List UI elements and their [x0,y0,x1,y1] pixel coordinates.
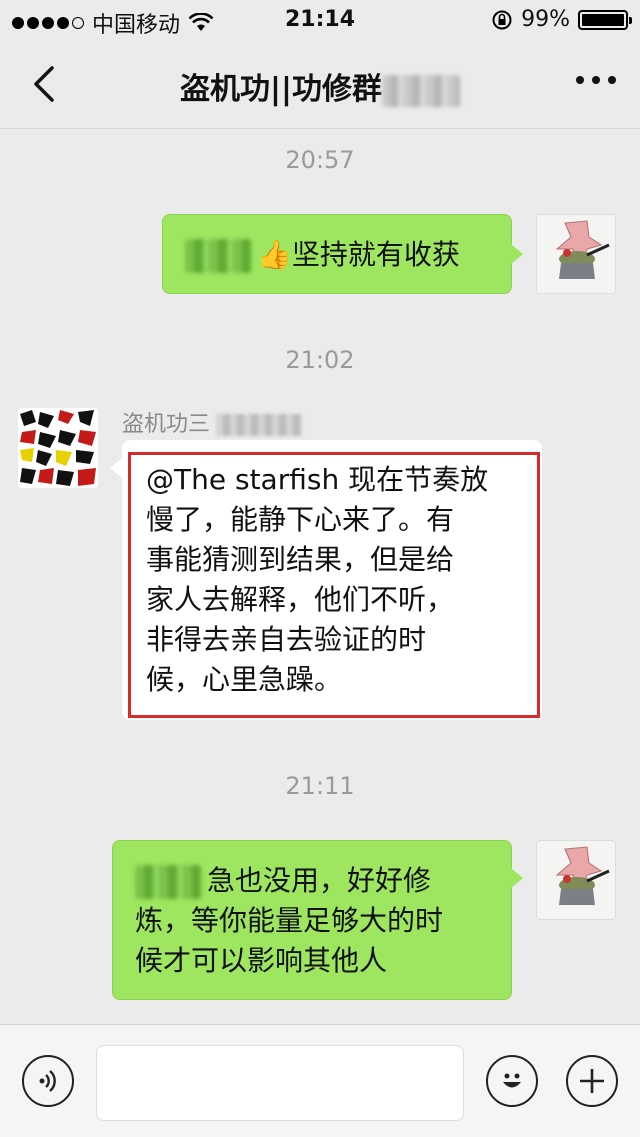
message-bubble-outgoing[interactable]: 👍坚持就有收获 [162,214,512,294]
message-timestamp: 20:57 [285,146,355,174]
smiley-icon [503,1073,521,1088]
battery-icon [578,9,632,30]
redacted-text [381,74,460,107]
battery-percent: 99% [521,7,570,32]
avatar-patrick-icon [537,215,615,293]
plus-icon [580,1069,604,1093]
more-options-icon[interactable] [576,76,616,84]
voice-icon [39,1070,56,1092]
message-line: 炼，等你能量足够大的时 [135,904,444,937]
avatar[interactable] [536,840,616,920]
voice-input-button[interactable] [22,1055,74,1107]
message-text: 急也没用，好好修 炼，等你能量足够大的时 候才可以影响其他人 [135,861,493,981]
message-text: 👍坚持就有收获 [257,238,460,271]
message-timestamp: 21:02 [285,346,355,374]
more-actions-button[interactable] [566,1055,618,1107]
avatar-patrick-icon [537,841,615,919]
sender-label: 盗机功三 [122,412,211,437]
status-bar: 中国移动 21:14 99% [0,0,640,40]
message-input[interactable] [96,1045,464,1121]
rotation-lock-icon [492,10,512,29]
message-bubble-outgoing[interactable]: 急也没用，好好修 炼，等你能量足够大的时 候才可以影响其他人 [112,840,512,1000]
emoji-button[interactable] [486,1055,538,1107]
avatar[interactable] [18,408,98,488]
chat-title: 盗机功||功修群 [0,64,640,108]
group-name: 盗机功||功修群 [180,72,382,107]
message-text: @The starfish 现在节奏放 慢了，能静下心来了。有 事能猜测到结果，… [146,460,532,700]
redacted-text [216,414,303,436]
sender-name: 盗机功三 [122,406,303,438]
message-line: 候才可以影响其他人 [135,944,388,977]
message-line: @The starfish 现在节奏放 [146,463,489,496]
battery-level [582,13,624,26]
message-line: 家人去解释，他们不听， [146,583,455,616]
redacted-mention [185,239,251,273]
avatar[interactable] [536,214,616,294]
message-timestamp: 21:11 [285,772,355,800]
chat-header: 盗机功||功修群 [0,40,640,129]
message-line: 非得去亲自去验证的时 [146,623,427,656]
chat-input-bar [0,1024,640,1137]
redacted-mention [135,865,201,899]
bubble-tail [511,244,523,264]
message-line: 急也没用，好好修 [207,864,432,897]
status-right: 99% [491,7,632,32]
message-line: 事能猜测到结果，但是给 [146,543,455,576]
message-line: 候，心里急躁。 [146,663,343,696]
bubble-tail [110,458,122,478]
message-line: 慢了，能静下心来了。有 [146,503,455,536]
bubble-tail [511,868,523,888]
avatar-abstract-icon [18,408,98,488]
